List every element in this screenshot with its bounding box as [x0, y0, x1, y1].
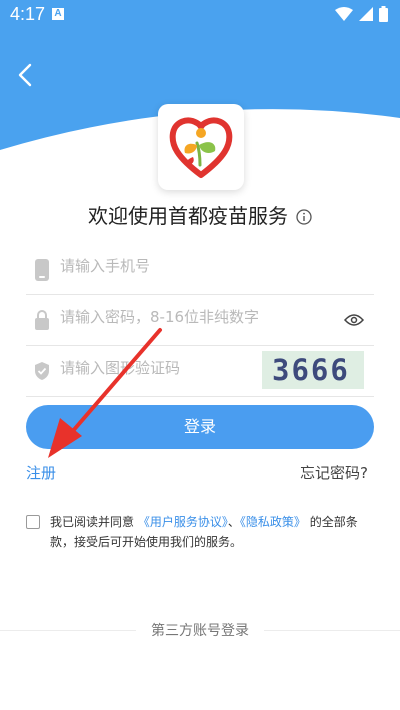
- login-button[interactable]: 登录: [26, 405, 374, 449]
- status-time: 4:17: [10, 4, 46, 24]
- agreement-checkbox[interactable]: [26, 515, 40, 529]
- wifi-icon: [335, 7, 353, 21]
- captcha-input[interactable]: [60, 359, 280, 377]
- agreement-separator: 、: [227, 515, 240, 529]
- phone-input[interactable]: [60, 257, 280, 275]
- welcome-heading: 欢迎使用首都疫苗服务: [0, 200, 400, 230]
- register-link[interactable]: 注册: [26, 462, 56, 483]
- captcha-image[interactable]: 3666: [262, 351, 364, 389]
- divider-right: [264, 630, 400, 631]
- status-icons: [335, 6, 388, 22]
- captcha-field: 3666: [26, 347, 374, 397]
- page-title: 欢迎使用首都疫苗服务: [88, 204, 288, 228]
- shield-icon: [35, 362, 49, 380]
- back-icon: [18, 63, 32, 87]
- user-agreement-link[interactable]: 《用户服务协议》: [138, 515, 228, 529]
- battery-icon: [379, 6, 388, 22]
- eye-icon[interactable]: [344, 313, 364, 327]
- phone-field: [26, 245, 374, 295]
- captcha-code: 3666: [272, 353, 350, 387]
- agreement-prefix: 我已阅读并同意: [50, 515, 135, 529]
- forgot-password-link[interactable]: 忘记密码?: [300, 462, 368, 483]
- back-button[interactable]: [14, 62, 38, 88]
- agreement-text: 我已阅读并同意 《用户服务协议》、《隐私政策》 的全部条款，接受后可开始使用我们…: [50, 512, 380, 552]
- signal-icon: [359, 7, 373, 21]
- third-party-login: 第三方账号登录: [0, 620, 400, 640]
- privacy-policy-link[interactable]: 《隐私政策》: [240, 515, 306, 529]
- status-bar: 4:17 A: [0, 0, 400, 30]
- password-field: [26, 296, 374, 346]
- notification-icon: A: [52, 8, 64, 20]
- phone-icon: [35, 259, 49, 281]
- info-icon[interactable]: [296, 206, 312, 230]
- password-input[interactable]: [60, 308, 280, 326]
- app-logo: [158, 104, 244, 190]
- lock-icon: [35, 310, 49, 330]
